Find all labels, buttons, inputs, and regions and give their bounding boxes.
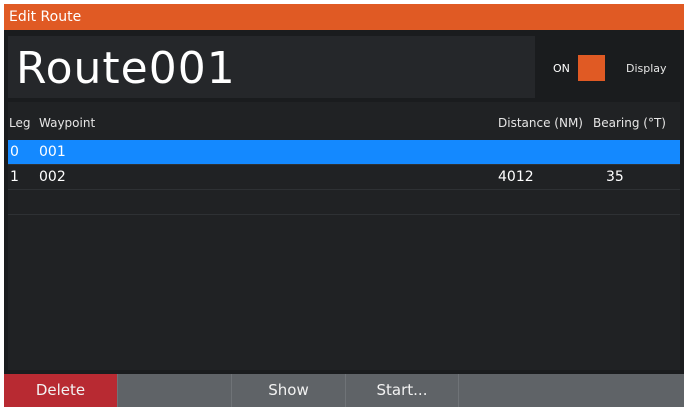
waypoint-table: Leg Waypoint Distance (NM) Bearing (°T) … bbox=[8, 102, 680, 370]
cell-leg: 0 bbox=[10, 144, 19, 160]
blank-softkey[interactable] bbox=[118, 374, 232, 407]
show-button[interactable]: Show bbox=[232, 374, 346, 407]
display-toggle[interactable] bbox=[578, 55, 605, 81]
cell-bearing: 35 bbox=[606, 169, 624, 185]
header-bearing: Bearing (°T) bbox=[593, 116, 666, 130]
header-waypoint: Waypoint bbox=[39, 116, 96, 130]
cell-leg: 1 bbox=[10, 169, 19, 185]
empty-row bbox=[8, 190, 680, 215]
cell-waypoint: 002 bbox=[39, 169, 66, 185]
softkey-bar: Delete Show Start... bbox=[4, 374, 684, 407]
cell-distance: 4012 bbox=[498, 169, 534, 185]
cell-waypoint: 001 bbox=[39, 144, 66, 160]
edit-route-dialog: Edit Route Route001 ON Display Leg Waypo… bbox=[4, 4, 684, 407]
toggle-on-label: ON bbox=[553, 62, 570, 75]
delete-button[interactable]: Delete bbox=[4, 374, 118, 407]
header-distance: Distance (NM) bbox=[498, 116, 583, 130]
table-row[interactable]: 1 002 4012 35 bbox=[8, 165, 680, 190]
display-label: Display bbox=[626, 62, 667, 75]
dialog-title: Edit Route bbox=[4, 4, 684, 30]
header-leg: Leg bbox=[9, 116, 31, 130]
table-header: Leg Waypoint Distance (NM) Bearing (°T) bbox=[8, 102, 680, 138]
route-name-text: Route001 bbox=[16, 43, 236, 94]
route-name-field[interactable]: Route001 bbox=[8, 36, 535, 98]
start-button[interactable]: Start... bbox=[346, 374, 459, 407]
table-row[interactable]: 0 001 bbox=[8, 140, 680, 165]
